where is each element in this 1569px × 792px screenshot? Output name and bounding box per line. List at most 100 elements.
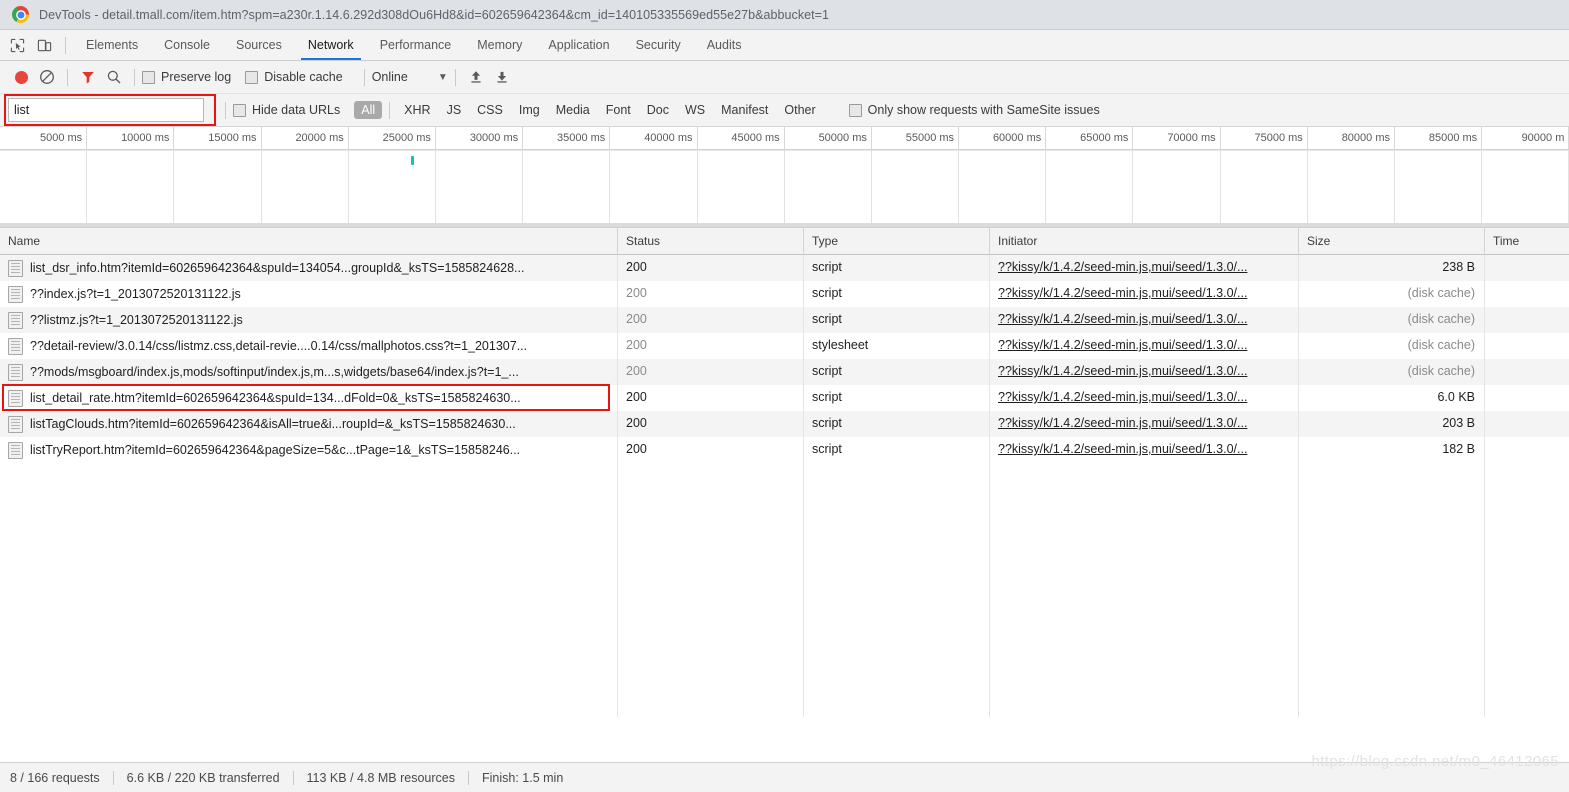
type-filter-manifest[interactable]: Manifest [714,101,775,119]
initiator-link[interactable]: ??kissy/k/1.4.2/seed-min.js,mui/seed/1.3… [998,312,1247,326]
filter-input-wrapper [4,94,216,126]
table-row[interactable]: listTryReport.htm?itemId=602659642364&pa… [0,437,1569,463]
cell-name[interactable]: list_detail_rate.htm?itemId=602659642364… [0,385,618,411]
tab-performance[interactable]: Performance [367,30,465,60]
cell-name[interactable]: ??detail-review/3.0.14/css/listmz.css,de… [0,333,618,359]
status-resources: 113 KB / 4.8 MB resources [306,770,455,785]
clear-button[interactable] [34,64,60,90]
filterbar-divider-2 [389,101,391,119]
disable-cache-checkbox[interactable] [245,70,259,84]
table-row[interactable]: ??listmz.js?t=1_2013072520131122.js 200 sc… [0,307,1569,333]
requests-table-body[interactable]: list_dsr_info.htm?itemId=602659642364&sp… [0,255,1569,717]
column-header-type[interactable]: Type [804,227,990,255]
cell-name[interactable]: ??mods/msgboard/index.js,mods/softinput/… [0,359,618,385]
tab-audits[interactable]: Audits [694,30,755,60]
tab-elements[interactable]: Elements [73,30,151,60]
type-filter-all[interactable]: All [354,101,383,119]
cell-initiator[interactable]: ??kissy/k/1.4.2/seed-min.js,mui/seed/1.3… [990,359,1299,385]
search-icon [107,70,121,84]
initiator-link[interactable]: ??kissy/k/1.4.2/seed-min.js,mui/seed/1.3… [998,338,1247,352]
hide-data-urls-checkbox[interactable] [233,103,246,117]
table-row[interactable]: listTagClouds.htm?itemId=602659642364&is… [0,411,1569,437]
table-row[interactable]: list_detail_rate.htm?itemId=602659642364… [0,384,1569,411]
tab-console[interactable]: Console [151,30,223,60]
initiator-link[interactable]: ??kissy/k/1.4.2/seed-min.js,mui/seed/1.3… [998,364,1247,378]
filter-button[interactable] [75,64,101,90]
cell-initiator[interactable]: ??kissy/k/1.4.2/seed-min.js,mui/seed/1.3… [990,411,1299,437]
cell-initiator[interactable]: ??kissy/k/1.4.2/seed-min.js,mui/seed/1.3… [990,307,1299,333]
type-filter-other[interactable]: Other [777,101,822,119]
initiator-link[interactable]: ??kissy/k/1.4.2/seed-min.js,mui/seed/1.3… [998,390,1247,404]
samesite-checkbox-item[interactable]: Only show requests with SameSite issues [848,103,1100,117]
column-header-time[interactable]: Time [1485,228,1569,255]
document-icon [8,389,23,407]
device-toolbar-icon[interactable] [31,32,58,58]
cell-name[interactable]: ??index.js?t=1_2013072520131122.js [0,281,618,307]
cell-time [1485,333,1569,359]
type-filter-media[interactable]: Media [549,101,597,119]
import-har-button[interactable] [463,64,489,90]
record-button[interactable] [8,64,34,90]
overview-bottom-border [0,223,1569,227]
record-icon [14,70,28,84]
cell-name[interactable]: listTryReport.htm?itemId=602659642364&pa… [0,437,618,463]
cell-time [1485,255,1569,281]
preserve-log-checkbox[interactable] [142,70,155,84]
import-har-icon [471,71,481,83]
cell-initiator[interactable]: ??kissy/k/1.4.2/seed-min.js,mui/seed/1.3… [990,333,1299,359]
initiator-link[interactable]: ??kissy/k/1.4.2/seed-min.js,mui/seed/1.3… [998,260,1247,274]
status-finish: Finish: 1.5 min [481,770,564,785]
column-header-size[interactable]: Size [1299,227,1485,255]
type-filter-doc[interactable]: Doc [640,101,676,119]
network-overview-graph[interactable] [0,150,1569,228]
tab-application[interactable]: Application [535,30,622,60]
filter-input[interactable] [8,98,204,122]
cell-name[interactable]: list_dsr_info.htm?itemId=602659642364&sp… [0,255,618,281]
initiator-link[interactable]: ??kissy/k/1.4.2/seed-min.js,mui/seed/1.3… [998,286,1247,300]
initiator-link[interactable]: ??kissy/k/1.4.2/seed-min.js,mui/seed/1.3… [998,442,1247,456]
cell-name[interactable]: listTagClouds.htm?itemId=602659642364&is… [0,411,618,437]
inspect-element-icon[interactable] [4,32,31,58]
cell-size: (disk cache) [1299,281,1485,307]
tab-security[interactable]: Security [623,30,694,60]
table-row[interactable]: list_dsr_info.htm?itemId=602659642364&sp… [0,255,1569,281]
samesite-checkbox[interactable] [848,103,862,117]
tab-sources[interactable]: Sources [223,30,295,60]
cell-initiator[interactable]: ??kissy/k/1.4.2/seed-min.js,mui/seed/1.3… [990,385,1299,411]
initiator-link[interactable]: ??kissy/k/1.4.2/seed-min.js,mui/seed/1.3… [998,416,1247,430]
cell-name[interactable]: ??listmz.js?t=1_2013072520131122.js [0,307,618,333]
table-row[interactable]: ??detail-review/3.0.14/css/listmz.css,de… [0,333,1569,359]
preserve-log-checkbox-item[interactable]: Preserve log [142,70,231,84]
type-filter-font[interactable]: Font [599,101,638,119]
tab-memory[interactable]: Memory [464,30,535,60]
throttling-dropdown[interactable]: Online ▼ [372,70,448,84]
ruler-tick: 60000 ms [959,127,1047,149]
disable-cache-checkbox-item[interactable]: Disable cache [245,70,343,84]
type-filter-js[interactable]: JS [440,101,469,119]
tab-network[interactable]: Network [295,30,367,60]
type-filter-img[interactable]: Img [512,101,547,119]
column-header-name[interactable]: Name [0,227,618,255]
tab-label: Sources [235,38,282,52]
column-header-initiator[interactable]: Initiator [990,227,1299,255]
cell-time [1485,437,1569,463]
column-header-status[interactable]: Status [618,227,804,255]
ruler-tick: 90000 m [1482,127,1569,149]
cell-size: (disk cache) [1299,359,1485,385]
table-row[interactable]: ??index.js?t=1_2013072520131122.js 200 scr… [0,281,1569,307]
type-filter-ws[interactable]: WS [678,101,712,119]
type-filter-xhr[interactable]: XHR [397,101,437,119]
cell-initiator[interactable]: ??kissy/k/1.4.2/seed-min.js,mui/seed/1.3… [990,281,1299,307]
search-button[interactable] [101,64,127,90]
cell-initiator[interactable]: ??kissy/k/1.4.2/seed-min.js,mui/seed/1.3… [990,255,1299,281]
ruler-tick: 10000 ms [87,127,175,149]
type-filter-css[interactable]: CSS [470,101,510,119]
hide-data-urls-checkbox-item[interactable]: Hide data URLs [233,103,340,117]
network-toolbar: Preserve log Disable cache Online ▼ [0,61,1569,94]
statusbar-divider [112,770,114,785]
export-har-button[interactable] [489,64,515,90]
cell-initiator[interactable]: ??kissy/k/1.4.2/seed-min.js,mui/seed/1.3… [990,437,1299,463]
table-row[interactable]: ??mods/msgboard/index.js,mods/softinput/… [0,359,1569,385]
cell-type: script [804,359,990,385]
tab-label: Network [307,38,354,52]
